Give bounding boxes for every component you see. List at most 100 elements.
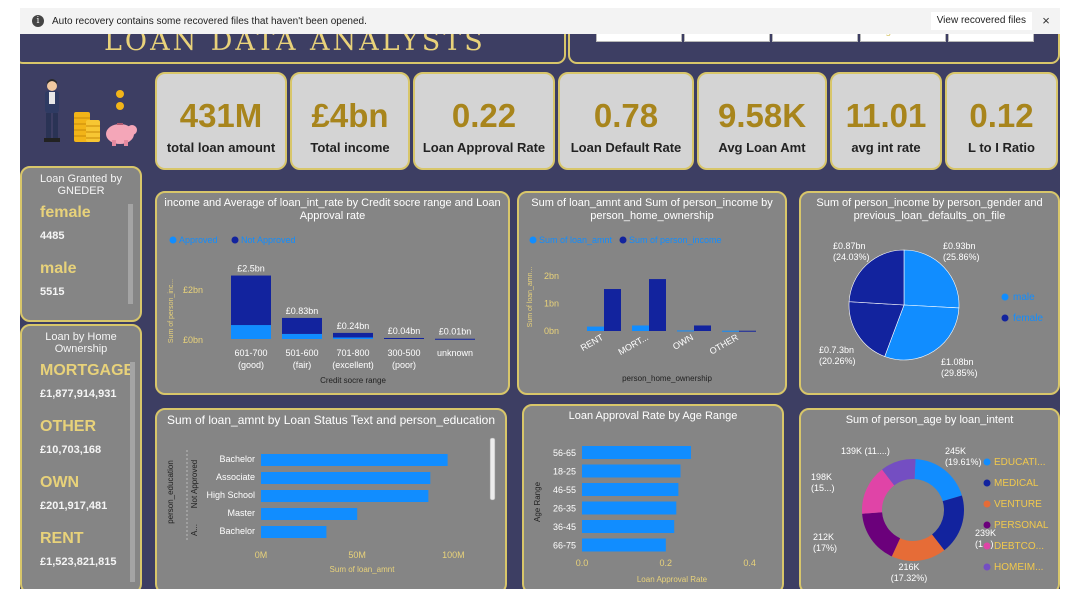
window: i Auto recovery contains some recovered … bbox=[0, 0, 1080, 589]
data-label: £0.24bn bbox=[337, 321, 370, 331]
legend-not-approved-label: Not Approved bbox=[241, 235, 296, 245]
bar-loan-amnt bbox=[587, 326, 604, 331]
gender-income-pie-card: Sum of person_income by person_gender an… bbox=[799, 191, 1060, 395]
x-axis-title: person_home_ownership bbox=[622, 374, 712, 383]
legend-label: VENTURE bbox=[994, 499, 1042, 510]
slice-label: (15...) bbox=[811, 483, 835, 493]
bar-approved bbox=[231, 325, 271, 339]
slice-label: £0.87bn bbox=[833, 241, 866, 251]
slice-label: 245K bbox=[945, 446, 966, 456]
legend-approved-label: Approved bbox=[179, 235, 218, 245]
age-bar-chart: Age Range56-6518-2546-5526-3536-4566-750… bbox=[533, 446, 756, 584]
x-tick-label: 0M bbox=[255, 550, 268, 560]
category-label: 56-65 bbox=[553, 448, 576, 458]
x-tick-label: OWN bbox=[671, 332, 695, 352]
bar-loan-amnt bbox=[722, 330, 739, 332]
data-label: £0.01bn bbox=[439, 327, 472, 337]
category-label: 18-25 bbox=[553, 467, 576, 477]
y-tick-label: £2bn bbox=[183, 285, 203, 295]
credit-score-chart: Approved Not Approved Sum of person_inc...… bbox=[168, 235, 475, 385]
category-label: Associate bbox=[216, 472, 255, 482]
gender-income-pie-chart: £0.93bn(25.86%)£1.08bn(29.85%)£0.7.3bn(2… bbox=[819, 241, 1043, 378]
home-card-scrollbar[interactable] bbox=[130, 362, 135, 582]
dashboard-canvas: LOAN DATA ANALYSTS Associate Bachelor Do… bbox=[20, 34, 1060, 589]
data-label: £0.83bn bbox=[286, 306, 319, 316]
y-tick-label: £0bn bbox=[183, 335, 203, 345]
notification-message: Auto recovery contains some recovered fi… bbox=[52, 15, 367, 27]
slicer-doctorate[interactable]: Doctorate bbox=[772, 34, 858, 42]
slice-label: 216K bbox=[898, 562, 919, 572]
bar-person-income bbox=[694, 325, 711, 331]
x-tick-label: 50M bbox=[348, 550, 366, 560]
legend-label: DEBTCO... bbox=[994, 541, 1044, 552]
y-axis-title: person_education bbox=[166, 460, 175, 524]
category-label: Master bbox=[227, 508, 255, 518]
education-slicer: Associate Bachelor Doctorate High School… bbox=[568, 34, 1060, 64]
slicer-bachelor[interactable]: Bachelor bbox=[684, 34, 770, 42]
age-chart-card: Loan Approval Rate by Age Range Age Rang… bbox=[522, 404, 784, 589]
slice-label: 239K bbox=[975, 528, 996, 538]
bar-not-approved bbox=[282, 317, 322, 334]
x-tick-label: 100M bbox=[442, 550, 465, 560]
home-ownership-chart: Sum of loan_amnt Sum of person_income Sum … bbox=[527, 235, 756, 383]
gender-male-value: 5515 bbox=[40, 286, 65, 298]
slice-label: (20.26%) bbox=[819, 356, 856, 366]
piggy-bank-icon bbox=[106, 123, 137, 146]
kpi-loan-default-rate: 0.78 Loan Default Rate bbox=[558, 72, 694, 170]
bar-person-income bbox=[604, 289, 621, 331]
y-axis-title: Sum of person_inc... bbox=[168, 279, 175, 343]
home-own-label: OWN bbox=[40, 474, 80, 491]
close-icon[interactable]: × bbox=[1038, 11, 1054, 31]
page-title: LOAN DATA ANALYSTS bbox=[104, 34, 486, 57]
donut-slice bbox=[862, 512, 901, 557]
x-axis-title: Sum of loan_amnt bbox=[330, 565, 396, 574]
slice-label: £0.7.3bn bbox=[819, 345, 854, 355]
slicer-associate[interactable]: Associate bbox=[596, 34, 682, 42]
group-label-not-approved: Not Approved bbox=[190, 460, 199, 508]
slicer-high-school[interactable]: High School bbox=[860, 34, 946, 42]
bar bbox=[261, 490, 429, 502]
loan-intent-donut-card: Sum of person_age by loan_intent 245K (19… bbox=[799, 408, 1060, 589]
category-label: Bachelor bbox=[219, 526, 255, 536]
legend-male-marker bbox=[1001, 293, 1009, 301]
slice-label: 198K bbox=[811, 472, 832, 482]
slicer-master[interactable]: Master bbox=[948, 34, 1034, 42]
legend-female-marker bbox=[1001, 314, 1009, 322]
home-own-value: £201,917,481 bbox=[40, 500, 108, 512]
kpi-label: total loan amount bbox=[166, 140, 276, 155]
gender-card: Loan Granted by GNEDER female 4485 male … bbox=[20, 166, 142, 322]
slice-label: £0.93bn bbox=[943, 241, 976, 251]
legend-person-income-marker bbox=[619, 236, 627, 244]
bar-approved bbox=[333, 337, 373, 339]
loan-illustration bbox=[44, 79, 137, 146]
x-tick-label: OTHER bbox=[708, 332, 741, 357]
kpi-loan-approval-rate: 0.22 Loan Approval Rate bbox=[413, 72, 555, 170]
slice-label: (17.32%) bbox=[891, 573, 928, 583]
bar bbox=[582, 483, 679, 496]
home-other-label: OTHER bbox=[40, 418, 96, 435]
home-ownership-card: Loan by Home Ownership MORTGAGE £1,877,9… bbox=[20, 324, 142, 589]
bar-person-income bbox=[649, 279, 666, 331]
x-tick-label: (excellent) bbox=[332, 360, 374, 370]
x-tick-label: 0.0 bbox=[576, 558, 589, 568]
slice-label: 212K bbox=[813, 532, 834, 542]
bar-loan-amnt bbox=[677, 330, 694, 332]
slice-label: (19.61%) bbox=[945, 457, 982, 467]
view-recovered-files-button[interactable]: View recovered files bbox=[930, 12, 1032, 30]
data-label: £0.04bn bbox=[388, 326, 421, 336]
kpi-label: Loan Default Rate bbox=[570, 140, 682, 155]
legend-label: HOMEIM... bbox=[994, 562, 1043, 573]
category-label: High School bbox=[206, 490, 255, 500]
bar-approved bbox=[282, 333, 322, 339]
kpi-avg-int-rate: 11.01 avg int rate bbox=[830, 72, 942, 170]
x-tick-label: 300-500 bbox=[387, 348, 420, 358]
x-axis-title: Loan Approval Rate bbox=[637, 575, 708, 584]
x-tick-label: (good) bbox=[238, 360, 264, 370]
kpi-value: 0.12 bbox=[969, 97, 1034, 134]
category-label: 66-75 bbox=[553, 541, 576, 551]
category-label: 36-45 bbox=[553, 522, 576, 532]
legend-approved-marker bbox=[169, 236, 177, 244]
slice-label: £1.08bn bbox=[941, 357, 974, 367]
gender-card-scrollbar[interactable] bbox=[128, 204, 133, 304]
bar-person-income bbox=[739, 330, 756, 332]
